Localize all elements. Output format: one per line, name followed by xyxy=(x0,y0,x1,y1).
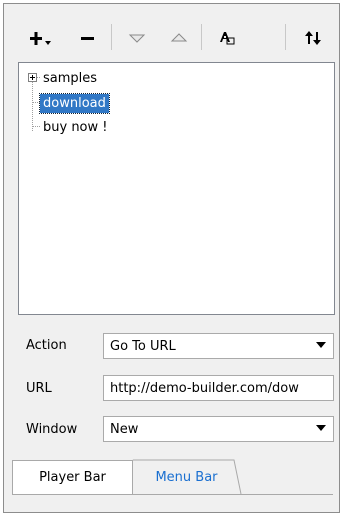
url-label: URL xyxy=(26,381,52,396)
action-select[interactable]: Go To URL xyxy=(103,333,334,359)
toolbar-separator xyxy=(201,24,202,50)
menu-editor-panel: samples download buy now ! Action Go To … xyxy=(3,3,340,513)
add-icon xyxy=(30,32,51,45)
tab-label: Menu Bar xyxy=(155,469,218,485)
tree-item-label: samples xyxy=(43,70,98,86)
url-input[interactable]: http://demo-builder.com/dow xyxy=(103,375,334,401)
triangle-down-icon xyxy=(128,34,146,43)
tab-strip: Player Bar Menu Bar xyxy=(4,459,339,499)
window-value: New xyxy=(110,421,139,437)
url-value: http://demo-builder.com/dow xyxy=(110,380,299,396)
toolbar-separator xyxy=(111,24,112,50)
tab-player-bar[interactable]: Player Bar xyxy=(12,460,133,494)
move-down-button[interactable] xyxy=(122,24,152,52)
tree-item[interactable]: download xyxy=(39,92,110,114)
action-label: Action xyxy=(26,338,67,353)
tab-menu-bar[interactable]: Menu Bar xyxy=(134,460,239,494)
tree-item-label: download xyxy=(39,92,110,114)
expand-toggle[interactable] xyxy=(28,73,37,82)
menu-tree[interactable]: samples download buy now ! xyxy=(18,62,335,315)
plus-icon xyxy=(30,75,35,80)
toolbar xyxy=(4,4,339,60)
sort-button[interactable] xyxy=(298,24,328,52)
window-select[interactable]: New xyxy=(103,416,334,442)
chevron-down-icon xyxy=(316,342,326,348)
remove-item-button[interactable] xyxy=(74,24,102,52)
tab-label: Player Bar xyxy=(39,470,106,485)
tree-item[interactable]: samples xyxy=(40,68,100,88)
minus-icon xyxy=(81,37,94,40)
window-label: Window xyxy=(26,422,78,437)
tree-item-label: buy now ! xyxy=(43,119,108,135)
move-up-button[interactable] xyxy=(164,24,194,52)
tree-item[interactable]: buy now ! xyxy=(40,117,111,137)
text-edit-icon xyxy=(220,32,235,45)
add-item-button[interactable] xyxy=(26,24,62,52)
toolbar-separator xyxy=(285,24,286,50)
action-value: Go To URL xyxy=(110,338,176,354)
sort-arrows-icon xyxy=(305,31,321,45)
rename-item-button[interactable] xyxy=(212,24,242,52)
chevron-down-icon xyxy=(316,425,326,431)
triangle-up-icon xyxy=(170,33,188,42)
